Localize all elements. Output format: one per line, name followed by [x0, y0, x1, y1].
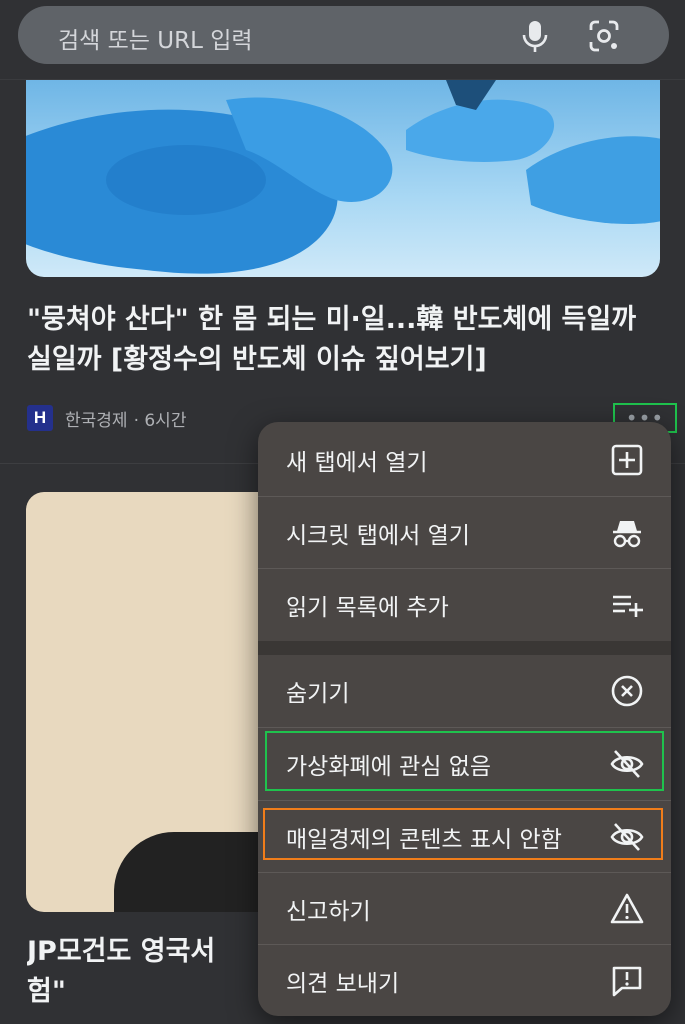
new-tab-plus-icon: [609, 442, 645, 478]
article-source-row: H 한국경제 · 6시간: [27, 405, 186, 431]
menu-item-open-new-tab[interactable]: 새 탭에서 열기: [258, 424, 671, 496]
microphone-icon[interactable]: [515, 16, 555, 56]
menu-item-open-incognito[interactable]: 시크릿 탭에서 열기: [258, 497, 671, 569]
menu-item-label: 새 탭에서 열기: [286, 450, 428, 476]
menu-item-label: 숨기기: [286, 681, 350, 707]
menu-item-label: 의견 보내기: [286, 971, 400, 997]
menu-item-report[interactable]: 신고하기: [258, 873, 671, 945]
menu-item-not-interested-topic[interactable]: 가상화폐에 관심 없음: [258, 728, 671, 800]
search-placeholder[interactable]: 검색 또는 URL 입력: [58, 21, 253, 55]
menu-item-label: 매일경제의 콘텐츠 표시 안함: [286, 827, 562, 853]
menu-group-separator: [258, 641, 671, 655]
context-menu: 새 탭에서 열기 시크릿 탭에서 열기 읽기 목록에 추가 숨기기 가상화폐에 …: [258, 422, 671, 1016]
eye-off-icon: [609, 819, 645, 855]
incognito-icon: [609, 515, 645, 551]
menu-item-add-reading-list[interactable]: 읽기 목록에 추가: [258, 569, 671, 641]
article-headline[interactable]: "뭉쳐야 산다" 한 몸 되는 미·일...韓 반도체에 득일까 실일까 [황정…: [27, 300, 657, 380]
headline-2-line-1: JP모건도 영국서: [27, 936, 216, 967]
reading-list-add-icon: [609, 587, 645, 623]
browser-page: 검색 또는 URL 입력 "뭉쳐야 산다" 한 몸 되는 미·일...韓 반도체…: [0, 0, 685, 1024]
feedback-icon: [609, 963, 645, 999]
menu-item-hide[interactable]: 숨기기: [258, 655, 671, 727]
source-name: 한국경제: [65, 410, 128, 431]
warning-icon: [609, 891, 645, 927]
source-logo: H: [27, 405, 53, 431]
article-thumbnail-person[interactable]: [26, 492, 286, 912]
eye-off-icon: [609, 746, 645, 782]
close-circle-icon: [609, 673, 645, 709]
top-toolbar: 검색 또는 URL 입력: [0, 0, 685, 80]
menu-item-label: 신고하기: [286, 899, 371, 925]
article-thumbnail-gloves[interactable]: [26, 80, 660, 277]
menu-item-label: 읽기 목록에 추가: [286, 595, 449, 621]
headline-2-line-2: 험": [27, 976, 66, 1007]
article-headline-2[interactable]: JP모건도 영국서 험": [27, 932, 267, 1012]
menu-item-label: 가상화폐에 관심 없음: [286, 754, 492, 780]
article-time: · 6시간: [133, 410, 187, 431]
menu-item-label: 시크릿 탭에서 열기: [286, 523, 470, 549]
menu-item-send-feedback[interactable]: 의견 보내기: [258, 945, 671, 1016]
camera-search-icon[interactable]: [584, 16, 624, 56]
search-bar[interactable]: 검색 또는 URL 입력: [18, 6, 669, 64]
menu-item-hide-source[interactable]: 매일경제의 콘텐츠 표시 안함: [258, 801, 671, 873]
